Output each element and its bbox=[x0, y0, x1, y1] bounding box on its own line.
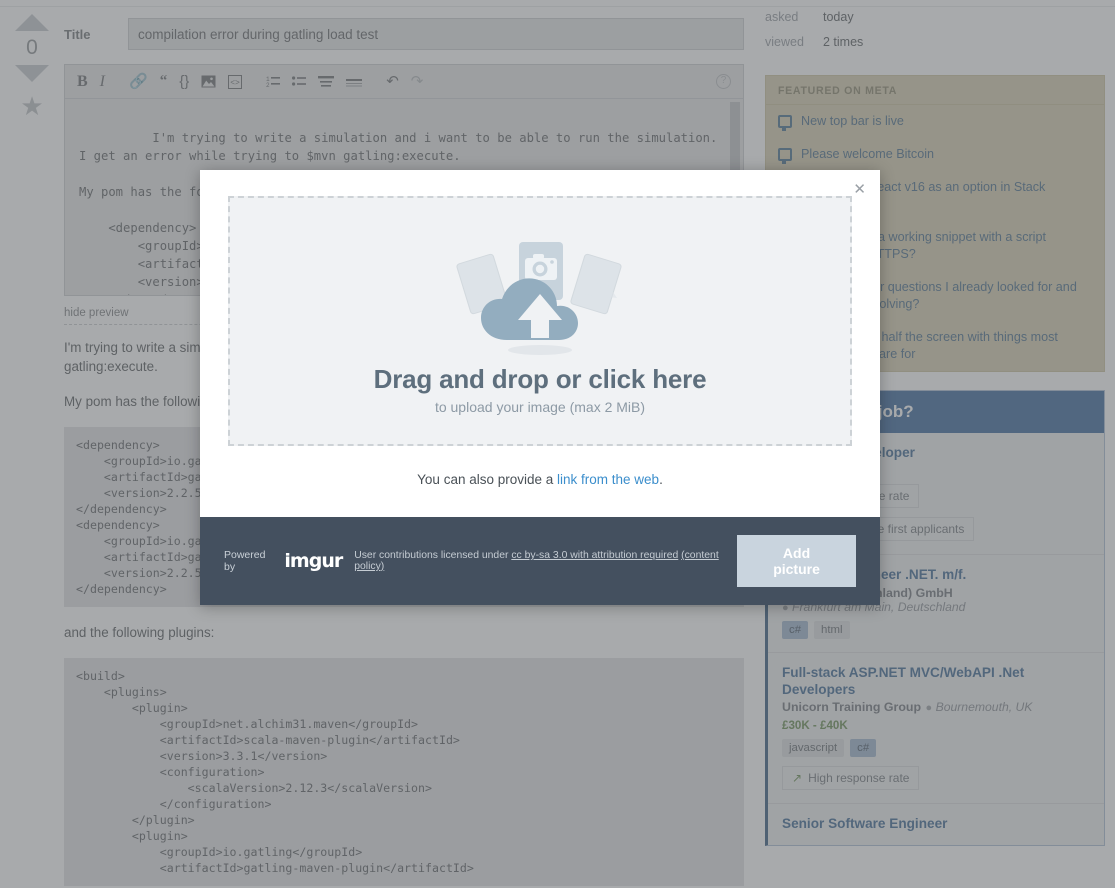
dropzone-subtitle: to upload your image (max 2 MiB) bbox=[434, 398, 646, 415]
add-picture-button[interactable]: Add picture bbox=[737, 535, 856, 587]
web-link-prefix: You can also provide a bbox=[417, 472, 558, 487]
web-link-suffix: . bbox=[659, 472, 663, 487]
image-upload-modal: ✕ Drag and drop or click here to upload … bbox=[200, 170, 880, 605]
upload-cloud-icon bbox=[445, 228, 635, 358]
powered-by-label: Powered by bbox=[224, 549, 266, 573]
app-root: 0 ★ Title B I 🔗 “ bbox=[0, 0, 1115, 888]
imgur-logo: imgur bbox=[284, 550, 343, 572]
licence-link[interactable]: cc by-sa 3.0 with attribution required bbox=[511, 550, 678, 561]
modal-footer: Powered by imgur User contributions lice… bbox=[200, 517, 880, 605]
link-from-web-link[interactable]: link from the web bbox=[557, 472, 659, 487]
close-icon[interactable]: ✕ bbox=[853, 182, 866, 197]
dropzone-title: Drag and drop or click here bbox=[373, 363, 707, 394]
dropzone[interactable]: Drag and drop or click here to upload yo… bbox=[228, 196, 852, 446]
licence-text: User contributions licensed under cc by-… bbox=[354, 550, 737, 572]
licence-prefix: User contributions licensed under bbox=[354, 550, 512, 561]
web-link-row: You can also provide a link from the web… bbox=[200, 446, 880, 517]
